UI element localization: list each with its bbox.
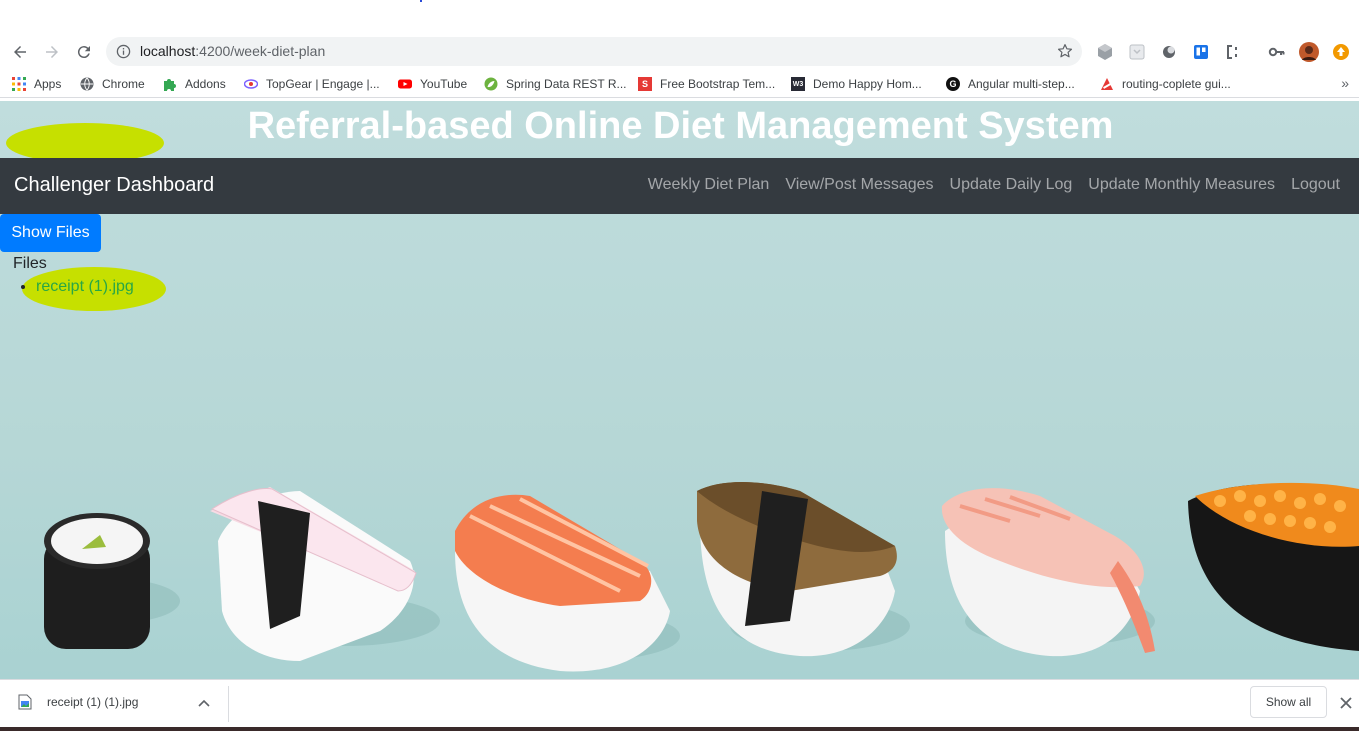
nav-weekly-diet-plan[interactable]: Weekly Diet Plan	[648, 176, 770, 194]
file-list-item: receipt (1).jpg	[36, 278, 134, 296]
bookmark-youtube[interactable]: YouTube	[398, 75, 467, 93]
os-taskbar-edge	[0, 727, 1359, 731]
bookmark-chrome[interactable]: Chrome	[80, 75, 145, 93]
files-heading: Files	[13, 255, 47, 272]
reload-icon[interactable]	[72, 40, 96, 64]
spring-icon	[484, 77, 498, 91]
bookmarks-overflow-icon[interactable]: »	[1341, 75, 1349, 91]
nav-update-daily-log[interactable]: Update Daily Log	[950, 176, 1073, 194]
bookmark-label: Chrome	[102, 77, 145, 91]
bookmark-label: Demo Happy Hom...	[813, 77, 922, 91]
bookmark-routing[interactable]: routing-coplete gui...	[1100, 75, 1231, 93]
close-icon[interactable]	[1337, 694, 1355, 712]
profile-avatar[interactable]	[1299, 42, 1319, 62]
download-item[interactable]: receipt (1) (1).jpg	[18, 694, 138, 710]
bookmark-label: Spring Data REST R...	[506, 77, 627, 91]
show-all-button[interactable]: Show all	[1250, 686, 1327, 718]
puzzle-icon	[163, 77, 177, 91]
nav-logout[interactable]: Logout	[1291, 176, 1340, 194]
image-file-icon	[18, 694, 32, 710]
globe-icon	[80, 77, 94, 91]
download-file-name: receipt (1) (1).jpg	[47, 695, 139, 709]
file-link[interactable]: receipt (1).jpg	[36, 278, 134, 295]
apps-grid-icon	[12, 77, 26, 91]
ikura-gunkan	[1188, 482, 1359, 651]
bookmark-label: Apps	[34, 77, 62, 91]
bookmark-w3schools[interactable]: W3 Demo Happy Hom...	[791, 75, 922, 93]
bookmark-label: YouTube	[420, 77, 468, 91]
page-content: Referral-based Online Diet Management Sy…	[0, 101, 1359, 679]
bookmark-spring[interactable]: Spring Data REST R...	[484, 75, 627, 93]
code-extension-icon[interactable]	[1223, 42, 1243, 62]
key-icon[interactable]	[1267, 42, 1287, 62]
chevron-up-icon[interactable]	[196, 696, 212, 712]
bookmark-topgear[interactable]: TopGear | Engage |...	[244, 75, 380, 93]
salmon-nigiri	[455, 494, 670, 672]
bookmark-angular[interactable]: G Angular multi-step...	[946, 75, 1075, 93]
g-logo-icon: G	[946, 77, 960, 91]
site-title: Referral-based Online Diet Management Sy…	[247, 105, 1114, 147]
maki-roll	[44, 513, 150, 649]
nav-update-monthly-measures[interactable]: Update Monthly Measures	[1088, 176, 1275, 194]
w3schools-icon: W3	[791, 77, 805, 91]
back-icon[interactable]	[8, 40, 32, 64]
bookmark-bootstrap[interactable]: S Free Bootstrap Tem...	[638, 75, 775, 93]
address-bar[interactable]: localhost:4200/week-diet-plan	[106, 37, 1082, 66]
url-text: localhost:4200/week-diet-plan	[140, 43, 326, 59]
browser-toolbar: localhost:4200/week-diet-plan	[0, 36, 1359, 68]
navbar-brand[interactable]: Challenger Dashboard	[14, 174, 214, 197]
files-list: receipt (1).jpg	[36, 278, 134, 296]
bookmark-label: Addons	[185, 77, 226, 91]
window-tab-strip	[0, 0, 1359, 36]
nav-view-post-messages[interactable]: View/Post Messages	[785, 176, 933, 194]
bookmark-label: routing-coplete gui...	[1122, 77, 1231, 91]
hexagon-extension-icon[interactable]	[1095, 42, 1115, 62]
sushi-background-illustration	[44, 482, 1359, 672]
bookmark-star-icon[interactable]	[1056, 42, 1074, 60]
downloads-bar: receipt (1) (1).jpg Show all	[0, 679, 1359, 731]
show-files-button[interactable]: Show Files	[0, 214, 101, 252]
bookmark-label: Angular multi-step...	[968, 77, 1075, 91]
bookmark-label: Free Bootstrap Tem...	[660, 77, 776, 91]
navbar: Challenger Dashboard Weekly Diet Plan Vi…	[0, 158, 1359, 214]
pocket-extension-icon[interactable]	[1127, 42, 1147, 62]
bookmark-apps[interactable]: Apps	[12, 75, 61, 93]
forward-icon[interactable]	[40, 40, 64, 64]
nav-links: Weekly Diet Plan View/Post Messages Upda…	[648, 176, 1340, 194]
youtube-icon	[398, 77, 412, 91]
update-icon[interactable]	[1331, 42, 1351, 62]
bookmarks-bar: Apps Chrome Addons TopGear | Engage |...…	[0, 70, 1359, 98]
divider	[228, 686, 229, 722]
s-logo-icon: S	[638, 77, 652, 91]
site-info-icon[interactable]	[116, 44, 131, 59]
eel-nigiri	[697, 482, 897, 657]
bookmark-addons[interactable]: Addons	[163, 75, 226, 93]
topgear-icon	[244, 77, 258, 91]
tab-dot	[420, 0, 422, 2]
routing-icon	[1100, 77, 1114, 91]
trello-extension-icon[interactable]	[1191, 42, 1211, 62]
circle-extension-icon[interactable]	[1159, 42, 1179, 62]
bookmark-label: TopGear | Engage |...	[266, 77, 380, 91]
